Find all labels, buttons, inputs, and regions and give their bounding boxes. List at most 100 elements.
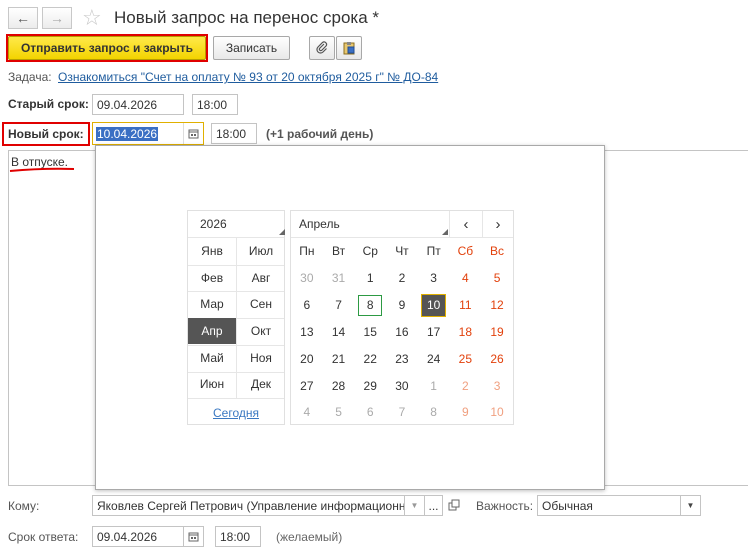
day-cell[interactable]: 2	[386, 265, 418, 292]
month-cell[interactable]: Сен	[237, 291, 285, 317]
attach-button[interactable]	[309, 36, 335, 60]
month-cell[interactable]: Июл	[237, 238, 285, 264]
save-button[interactable]: Записать	[213, 36, 290, 60]
day-cell[interactable]: 3	[481, 372, 513, 399]
day-cell[interactable]: 14	[323, 319, 355, 346]
day-cell[interactable]: 10	[420, 293, 447, 317]
day-cell[interactable]: 7	[386, 399, 418, 426]
day-cell[interactable]: 6	[291, 292, 323, 319]
importance-label: Важность:	[476, 499, 534, 513]
day-cell[interactable]: 5	[481, 265, 513, 292]
month-cell[interactable]: Апр	[188, 318, 236, 344]
weekday-header: Пт	[426, 244, 441, 258]
day-cell[interactable]: 26	[481, 345, 513, 372]
month-cell[interactable]: Мар	[188, 291, 236, 317]
reply-deadline-date-field[interactable]: 09.04.2026	[92, 526, 184, 547]
day-cell[interactable]: 21	[323, 345, 355, 372]
day-cell[interactable]: 15	[354, 319, 386, 346]
reply-deadline-label: Срок ответа:	[8, 530, 79, 544]
day-cell[interactable]: 8	[418, 399, 450, 426]
reply-calendar-button[interactable]	[184, 526, 204, 547]
month-cell[interactable]: Авг	[237, 265, 285, 291]
day-cell[interactable]: 25	[450, 345, 482, 372]
open-window-icon	[448, 499, 460, 511]
day-cell[interactable]: 30	[291, 265, 323, 292]
task-link[interactable]: Ознакомиться "Счет на оплату № 93 от 20 …	[58, 70, 438, 84]
recipient-field[interactable]: Яковлев Сергей Петрович (Управление инфо…	[92, 495, 405, 516]
forward-button[interactable]: →	[42, 7, 72, 29]
new-deadline-time-field[interactable]: 18:00	[211, 123, 257, 144]
day-cell[interactable]: 12	[481, 292, 513, 319]
old-deadline-date-field[interactable]: 09.04.2026	[92, 94, 184, 115]
weekday-header: Вс	[490, 244, 505, 258]
day-cell[interactable]: 27	[291, 372, 323, 399]
new-deadline-label: Новый срок:	[8, 127, 84, 141]
month-cell[interactable]: Июн	[188, 372, 236, 398]
importance-select[interactable]: Обычная	[537, 495, 681, 516]
month-cell[interactable]: Дек	[237, 372, 285, 398]
today-link[interactable]: Сегодня	[213, 406, 259, 420]
day-cell[interactable]: 30	[386, 372, 418, 399]
divider	[188, 398, 284, 399]
day-cell[interactable]: 7	[323, 292, 355, 319]
month-cell[interactable]: Фев	[188, 265, 236, 291]
old-deadline-label: Старый срок:	[8, 97, 89, 111]
day-cell[interactable]: 16	[386, 319, 418, 346]
day-cell[interactable]: 1	[418, 372, 450, 399]
chevron-right-icon: ›	[495, 215, 501, 233]
day-cell[interactable]: 23	[386, 345, 418, 372]
weekday-header: Чт	[395, 244, 409, 258]
day-cell[interactable]: 9	[450, 399, 482, 426]
day-cell[interactable]: 8	[358, 294, 383, 316]
calendar-button[interactable]	[183, 123, 203, 144]
recipient-select-button[interactable]: ...	[425, 495, 443, 516]
day-cell[interactable]: 2	[450, 372, 482, 399]
day-cell[interactable]: 28	[323, 372, 355, 399]
day-cell[interactable]: 13	[291, 319, 323, 346]
prev-month-button[interactable]: ‹	[450, 211, 482, 237]
old-deadline-time-field[interactable]: 18:00	[192, 94, 238, 115]
day-cell[interactable]: 24	[418, 345, 450, 372]
year-dropdown-icon[interactable]	[279, 229, 285, 235]
open-recipient-button[interactable]	[446, 497, 462, 513]
new-deadline-note: (+1 рабочий день)	[266, 127, 374, 141]
importance-dropdown-button[interactable]: ▼	[681, 495, 701, 516]
day-cell[interactable]: 3	[418, 265, 450, 292]
day-cell[interactable]: 9	[386, 292, 418, 319]
back-button[interactable]: ←	[8, 7, 38, 29]
weekday-header: Ср	[362, 244, 378, 258]
next-month-button[interactable]: ›	[483, 211, 513, 237]
reply-deadline-time-field[interactable]: 18:00	[215, 526, 261, 547]
month-cell[interactable]: Май	[188, 345, 236, 371]
reply-deadline-note: (желаемый)	[276, 530, 343, 544]
clipboard-button[interactable]	[336, 36, 362, 60]
day-cell[interactable]: 31	[323, 265, 355, 292]
favorite-star-icon[interactable]: ☆	[82, 5, 102, 31]
day-cell[interactable]: 29	[354, 372, 386, 399]
month-cell[interactable]: Янв	[188, 238, 236, 264]
day-cell[interactable]: 22	[354, 345, 386, 372]
ellipsis-text: ...	[428, 498, 439, 513]
month-cell[interactable]: Окт	[237, 318, 285, 344]
send-button-highlight: Отправить запрос и закрыть	[6, 34, 208, 62]
recipient-dropdown-button[interactable]: ▼	[405, 495, 425, 516]
day-cell[interactable]: 18	[450, 319, 482, 346]
month-dropdown-icon[interactable]	[442, 229, 448, 235]
year-value[interactable]: 2026	[200, 217, 227, 231]
send-and-close-button[interactable]: Отправить запрос и закрыть	[8, 36, 206, 60]
day-cell[interactable]: 11	[450, 292, 482, 319]
month-value[interactable]: Апрель	[299, 217, 340, 231]
day-cell[interactable]: 1	[354, 265, 386, 292]
day-cell[interactable]: 10	[481, 399, 513, 426]
day-cell[interactable]: 17	[418, 319, 450, 346]
day-cell[interactable]: 19	[481, 319, 513, 346]
day-cell[interactable]: 6	[354, 399, 386, 426]
new-deadline-date-field[interactable]: 10.04.2026	[92, 122, 204, 145]
page-title: Новый запрос на перенос срока *	[114, 8, 380, 27]
month-cell[interactable]: Ноя	[237, 345, 285, 371]
day-cell[interactable]: 4	[291, 399, 323, 426]
day-cell[interactable]: 20	[291, 345, 323, 372]
chevron-left-icon: ‹	[463, 215, 469, 233]
day-cell[interactable]: 4	[450, 265, 482, 292]
day-cell[interactable]: 5	[323, 399, 355, 426]
